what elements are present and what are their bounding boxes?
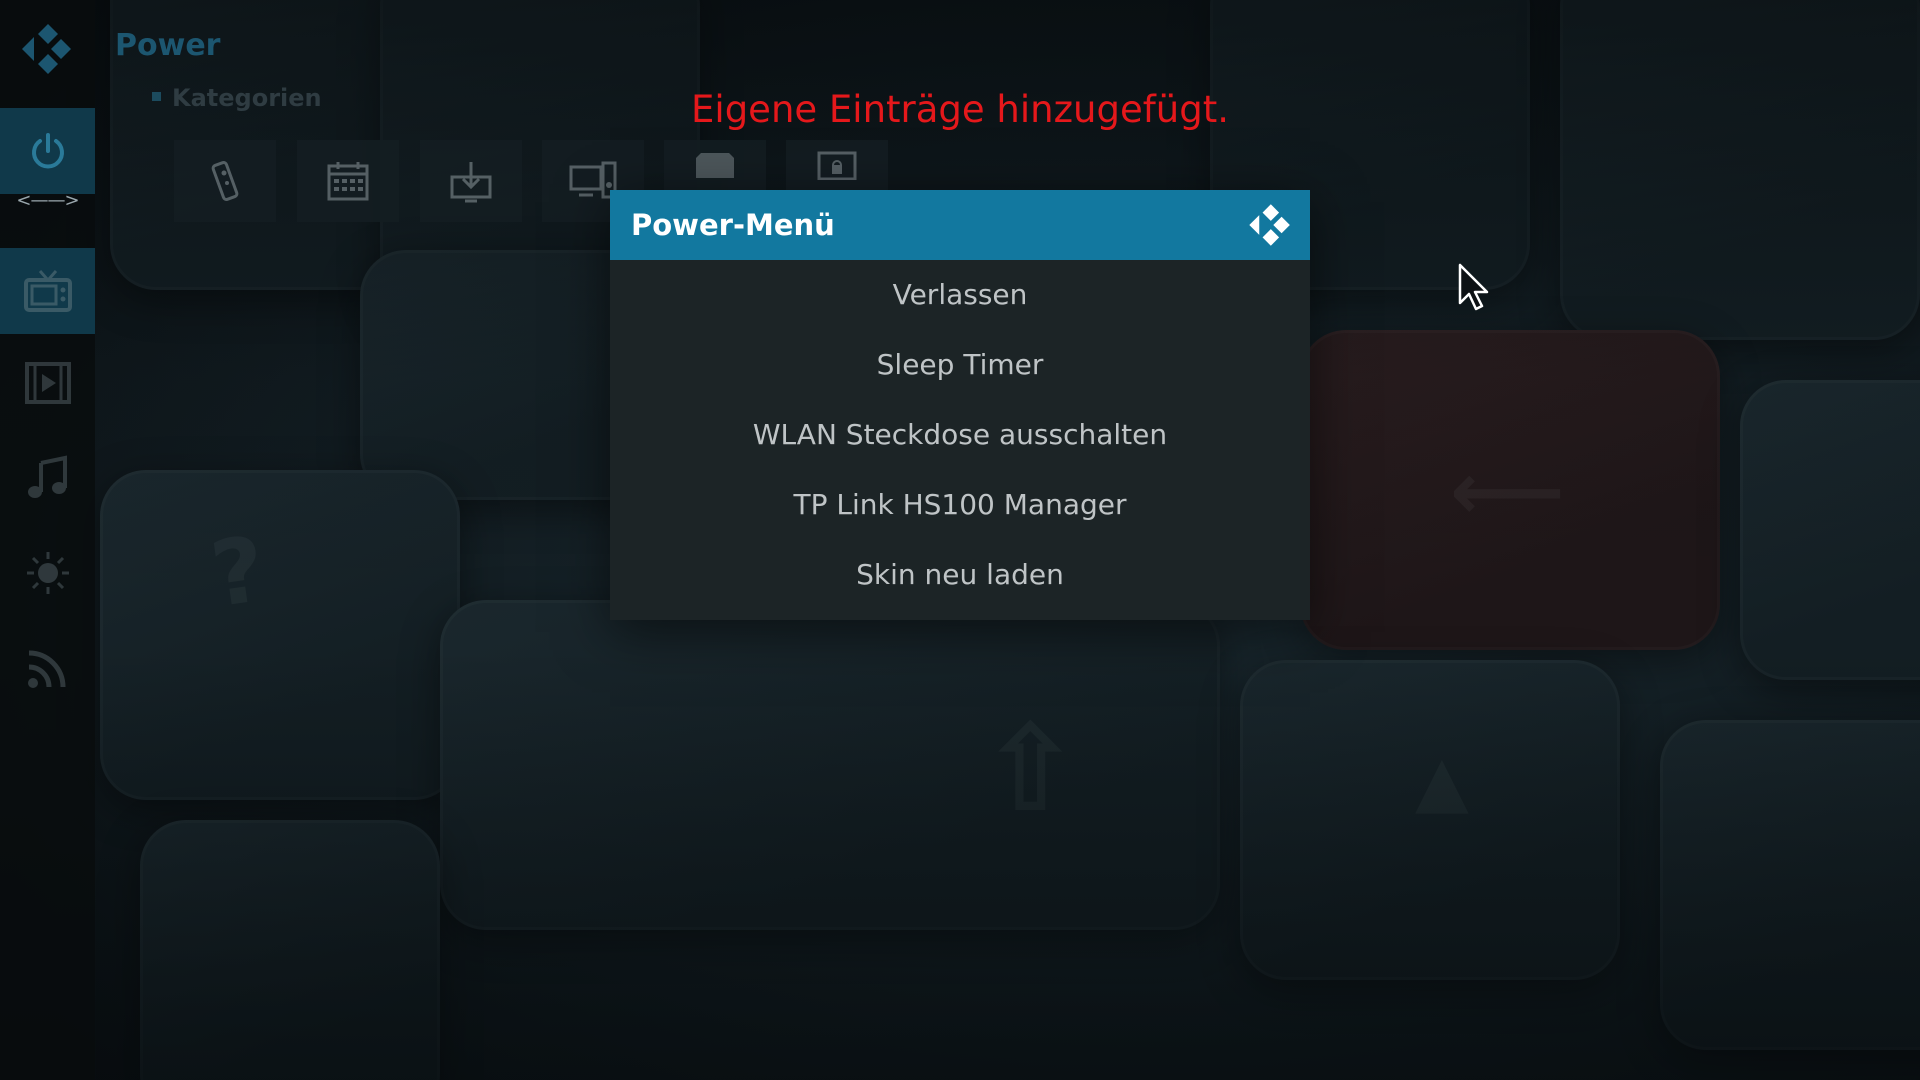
category-tile-download[interactable] bbox=[420, 140, 522, 222]
power-icon bbox=[31, 133, 64, 169]
submenu-arrows-icon[interactable]: <——> bbox=[0, 190, 95, 211]
sidebar-item-music[interactable] bbox=[0, 435, 95, 521]
page-title: Power bbox=[115, 28, 221, 63]
menu-item-sleep-timer[interactable]: Sleep Timer bbox=[610, 330, 1310, 400]
film-icon bbox=[24, 362, 71, 404]
tv-icon bbox=[23, 270, 72, 312]
download-icon bbox=[450, 162, 492, 203]
annotation-text: Eigene Einträge hinzugefügt. bbox=[0, 88, 1920, 131]
kodi-logo-icon bbox=[1249, 204, 1290, 246]
sun-icon bbox=[26, 552, 69, 594]
dialog-title: Power-Menü bbox=[631, 208, 835, 242]
dialog-header: Power-Menü bbox=[610, 190, 1310, 260]
annotation-label: Eigene Einträge hinzugefügt. bbox=[691, 88, 1229, 131]
category-tile-folder[interactable] bbox=[664, 140, 766, 190]
mouse-pointer-icon bbox=[1458, 263, 1489, 311]
menu-item-reload-skin[interactable]: Skin neu laden bbox=[610, 540, 1310, 610]
menu-item-exit[interactable]: Verlassen bbox=[610, 260, 1310, 330]
power-menu-dialog: Power-Menü Verlassen Sleep Timer WLAN St… bbox=[610, 190, 1310, 620]
music-note-icon bbox=[27, 455, 67, 498]
sidebar-item-tv[interactable] bbox=[0, 248, 95, 334]
calendar-icon bbox=[327, 162, 369, 201]
category-tile-remote[interactable] bbox=[174, 140, 276, 222]
power-menu-list: Verlassen Sleep Timer WLAN Steckdose aus… bbox=[610, 260, 1310, 610]
sidebar: <——> bbox=[0, 0, 95, 1080]
menu-item-tp-link-manager[interactable]: TP Link HS100 Manager bbox=[610, 470, 1310, 540]
category-tile-calendar[interactable] bbox=[297, 140, 399, 222]
menu-item-wlan-socket-off[interactable]: WLAN Steckdose ausschalten bbox=[610, 400, 1310, 470]
network-lock-icon bbox=[817, 151, 857, 180]
kodi-logo-icon bbox=[22, 24, 71, 74]
rss-icon bbox=[27, 650, 65, 688]
sidebar-item-rss[interactable] bbox=[0, 625, 95, 711]
sidebar-item-weather[interactable] bbox=[0, 530, 95, 616]
kodi-screen: ? ⟵ ⇧ ▲ <——> bbox=[0, 0, 1920, 1080]
sidebar-item-movies[interactable] bbox=[0, 340, 95, 426]
remote-icon bbox=[211, 161, 239, 201]
category-tile-network[interactable] bbox=[786, 140, 888, 190]
folder-icon bbox=[696, 153, 734, 178]
